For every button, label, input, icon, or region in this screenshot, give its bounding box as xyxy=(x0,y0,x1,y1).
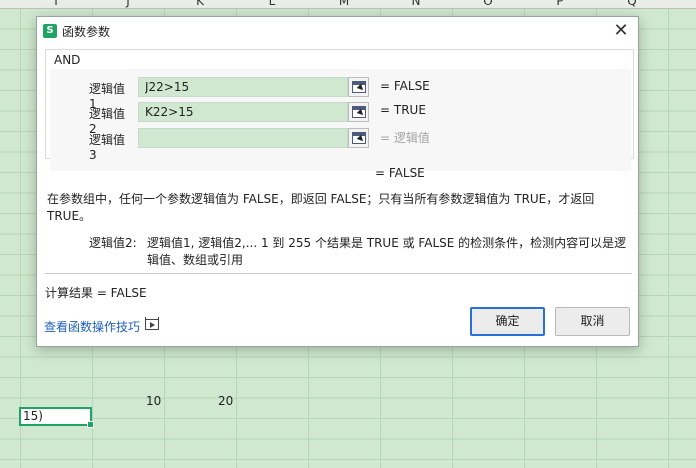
function-description: 在参数组中，任何一个参数逻辑值为 FALSE，即返回 FALSE；只有当所有参数… xyxy=(47,192,595,223)
wps-spreadsheet-icon: S xyxy=(43,24,57,38)
close-icon[interactable]: ✕ xyxy=(610,20,632,42)
divider xyxy=(45,273,632,274)
arg3-result: = 逻辑值 xyxy=(380,131,430,145)
arg3-input[interactable] xyxy=(138,128,348,148)
column-header-m[interactable]: M xyxy=(308,0,380,8)
column-header-j[interactable]: J xyxy=(92,0,164,8)
arg1-range-select-button[interactable] xyxy=(348,77,369,97)
overall-result: = FALSE xyxy=(375,166,425,180)
function-tips-link[interactable]: 查看函数操作技巧 xyxy=(44,318,140,335)
ok-button[interactable]: 确定 xyxy=(470,307,545,336)
calculation-result: 计算结果 = FALSE xyxy=(45,286,147,300)
arg3-label: 逻辑值3 xyxy=(89,133,126,162)
cancel-button[interactable]: 取消 xyxy=(555,307,630,336)
active-cell[interactable]: 15) xyxy=(19,407,94,428)
column-header-n[interactable]: N xyxy=(380,0,452,8)
column-header-i[interactable]: I xyxy=(20,0,92,8)
dialog-titlebar[interactable]: S 函数参数 ✕ xyxy=(37,17,638,45)
arg1-input[interactable] xyxy=(138,77,348,97)
param-description-label: 逻辑值2: xyxy=(89,236,137,250)
arg2-result: = TRUE xyxy=(380,103,426,117)
column-header-l[interactable]: L xyxy=(236,0,308,8)
column-header-k[interactable]: K xyxy=(164,0,236,8)
function-name: AND xyxy=(54,53,81,67)
column-header-q[interactable]: Q xyxy=(596,0,668,8)
cell-j-value[interactable]: 10 xyxy=(146,394,161,408)
column-header-p[interactable]: P xyxy=(524,0,596,8)
arg2-input[interactable] xyxy=(138,102,348,122)
column-header-o[interactable]: O xyxy=(452,0,524,8)
cell-k-value[interactable]: 20 xyxy=(218,394,233,408)
arg1-result: = FALSE xyxy=(380,79,430,93)
column-header-row: I J K L M N O P Q xyxy=(0,0,696,9)
function-arguments-dialog: S 函数参数 ✕ AND 逻辑值1 = FALSE 逻辑值2 = TRUE 逻辑… xyxy=(36,16,639,347)
arg2-range-select-button[interactable] xyxy=(348,102,369,122)
arg3-range-select-button[interactable] xyxy=(348,128,369,148)
video-tip-icon[interactable] xyxy=(145,317,159,330)
dialog-title: 函数参数 xyxy=(62,25,111,39)
param-description-text: 逻辑值1, 逻辑值2,... 1 到 255 个结果是 TRUE 或 FALSE… xyxy=(147,236,627,267)
